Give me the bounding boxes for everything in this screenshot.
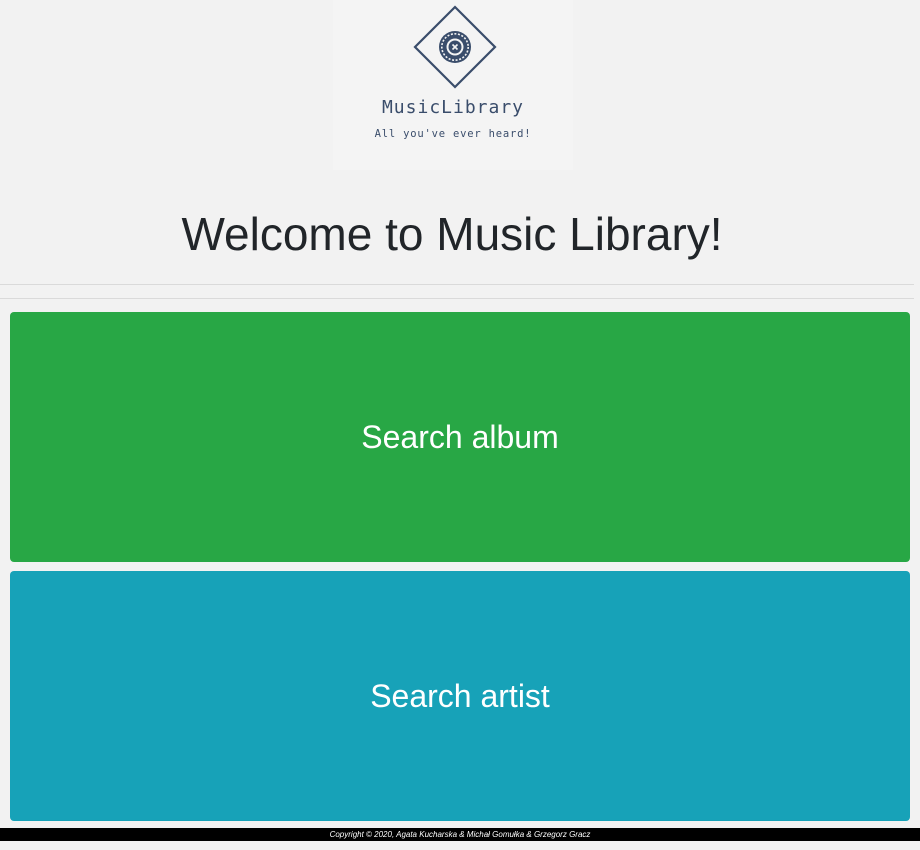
- footer-copyright: Copyright © 2020, Agata Kucharska & Mich…: [0, 828, 920, 841]
- vinyl-record-icon: [413, 5, 497, 89]
- logo[interactable]: MusicLibrary All you've ever heard!: [333, 0, 573, 170]
- site-header: MusicLibrary All you've ever heard!: [0, 0, 920, 196]
- divider-bottom: [0, 298, 914, 299]
- logo-tagline: All you've ever heard!: [374, 128, 532, 140]
- divider-top: [0, 284, 914, 285]
- search-artist-button[interactable]: Search artist: [10, 571, 910, 821]
- logo-name: MusicLibrary: [381, 97, 525, 118]
- page-title: Welcome to Music Library!: [181, 208, 723, 260]
- search-album-button[interactable]: Search album: [10, 312, 910, 562]
